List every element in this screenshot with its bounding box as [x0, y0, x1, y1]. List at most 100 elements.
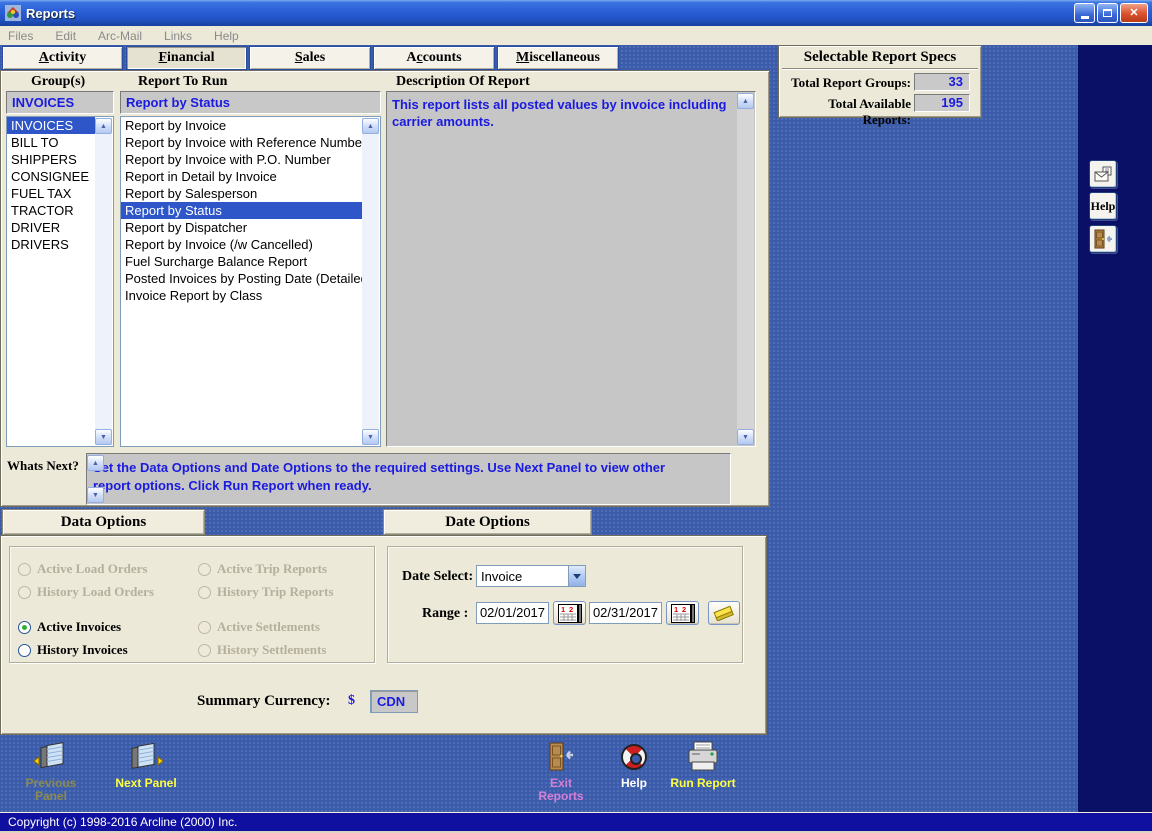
- radio-history-invoices[interactable]: History Invoices: [18, 642, 128, 658]
- radio-icon: [198, 620, 211, 634]
- groups-list: INVOICES BILL TO SHIPPERS CONSIGNEE FUEL…: [6, 116, 114, 447]
- chevron-down-icon[interactable]: [568, 566, 585, 586]
- svg-text:2: 2: [569, 605, 573, 614]
- radio-icon[interactable]: [18, 643, 31, 657]
- total-report-groups-value: 33: [914, 73, 970, 91]
- minimize-button[interactable]: [1074, 3, 1095, 23]
- status-bar: Copyright (c) 1998-2016 Arcline (2000) I…: [0, 812, 1152, 833]
- scroll-down-icon[interactable]: ▼: [95, 429, 112, 445]
- list-item[interactable]: CONSIGNEE: [7, 168, 95, 185]
- tab-miscellaneous[interactable]: Miscellaneous: [497, 46, 619, 70]
- next-panel-button[interactable]: Next Panel: [103, 739, 189, 790]
- date-select-dropdown[interactable]: Invoice: [476, 565, 586, 587]
- radio-icon[interactable]: [18, 620, 31, 634]
- scroll-down-icon[interactable]: ▼: [362, 429, 379, 445]
- scroll-up-icon[interactable]: ▲: [362, 118, 379, 134]
- radio-active-settlements: Active Settlements: [198, 619, 320, 635]
- tab-accounts[interactable]: Accounts: [373, 46, 495, 70]
- calendar-icon: 1 2: [670, 603, 695, 623]
- list-item[interactable]: Report by Invoice: [121, 117, 362, 134]
- list-item[interactable]: Report in Detail by Invoice: [121, 168, 362, 185]
- scroll-up-icon[interactable]: ▲: [737, 93, 754, 109]
- menu-edit[interactable]: Edit: [55, 29, 76, 43]
- title-bar: Reports ✕: [0, 0, 1152, 26]
- options-panel: Active Load Orders History Load Orders A…: [0, 535, 767, 735]
- menu-files[interactable]: Files: [8, 29, 33, 43]
- total-available-reports-label: Total Available Reports:: [828, 96, 911, 127]
- window-title: Reports: [26, 5, 76, 21]
- side-help-button[interactable]: Help: [1089, 192, 1117, 220]
- currency-value-box: CDN: [370, 690, 418, 713]
- next-panel-icon: [131, 742, 164, 769]
- tab-sales[interactable]: Sales: [249, 46, 371, 70]
- list-item[interactable]: Posted Invoices by Posting Date (Detaile…: [121, 270, 372, 287]
- menu-links[interactable]: Links: [164, 29, 192, 43]
- restore-button[interactable]: [1097, 3, 1118, 23]
- scroll-down-icon[interactable]: ▼: [737, 429, 754, 445]
- menu-help[interactable]: Help: [214, 29, 239, 43]
- range-from-field[interactable]: 02/01/2017: [476, 602, 549, 624]
- close-button[interactable]: ✕: [1120, 3, 1148, 23]
- radio-history-settlements: History Settlements: [198, 642, 326, 658]
- description-box: This report lists all posted values by i…: [386, 91, 756, 447]
- list-item[interactable]: Invoice Report by Class: [121, 287, 362, 304]
- list-item[interactable]: DRIVER: [7, 219, 95, 236]
- side-help-label: Help: [1090, 198, 1116, 213]
- scroll-down-icon[interactable]: ▼: [87, 487, 104, 503]
- reports-list: Report by Invoice Report by Invoice with…: [120, 116, 381, 447]
- radio-history-load-orders: History Load Orders: [18, 584, 154, 600]
- side-exit-button[interactable]: [1089, 225, 1117, 253]
- exit-door-icon: [549, 742, 573, 771]
- list-item[interactable]: SHIPPERS: [7, 151, 95, 168]
- run-report-button[interactable]: Run Report: [663, 739, 743, 790]
- list-item[interactable]: Report by Invoice (/w Cancelled): [121, 236, 362, 253]
- list-item[interactable]: INVOICES: [7, 117, 95, 134]
- tab-data-options[interactable]: Data Options: [2, 509, 205, 535]
- radio-icon: [18, 585, 31, 599]
- list-item[interactable]: DRIVERS: [7, 236, 95, 253]
- help-lifering-icon: [621, 744, 647, 770]
- tab-activity[interactable]: Activity: [2, 46, 123, 70]
- whats-next-text: Set the Data Options and Date Options to…: [93, 460, 666, 493]
- description-text: This report lists all posted values by i…: [392, 97, 727, 129]
- tab-date-options[interactable]: Date Options: [383, 509, 592, 535]
- report-to-run-header: Report To Run: [138, 74, 228, 89]
- list-item[interactable]: BILL TO: [7, 134, 95, 151]
- calendar-from-button[interactable]: 1 2: [553, 601, 586, 625]
- date-select-value: Invoice: [481, 568, 523, 584]
- help-button[interactable]: Help: [610, 739, 658, 790]
- scroll-up-icon[interactable]: ▲: [95, 118, 112, 134]
- list-item[interactable]: TRACTOR: [7, 202, 95, 219]
- whats-next-label: Whats Next?: [7, 458, 79, 473]
- menu-arc-mail[interactable]: Arc-Mail: [98, 29, 142, 43]
- list-item[interactable]: Fuel Surcharge Balance Report: [121, 253, 362, 270]
- selectable-report-specs-panel: Selectable Report Specs Total Report Gro…: [778, 45, 982, 127]
- list-item[interactable]: Report by Invoice with P.O. Number: [121, 151, 362, 168]
- list-item[interactable]: Report by Invoice with Reference Number: [121, 134, 366, 151]
- radio-icon: [198, 643, 211, 657]
- exit-door-icon: [1094, 229, 1112, 249]
- radio-icon: [18, 562, 31, 576]
- date-select-label: Date Select:: [402, 569, 474, 584]
- scrollbar[interactable]: ▲ ▼: [362, 118, 379, 445]
- scrollbar[interactable]: ▲ ▼: [95, 118, 112, 445]
- calendar-to-button[interactable]: 1 2: [666, 601, 699, 625]
- list-item[interactable]: Report by Salesperson: [121, 185, 362, 202]
- exit-reports-button[interactable]: Exit Reports: [533, 739, 589, 803]
- menu-bar: Files Edit Arc-Mail Links Help: [0, 26, 1152, 45]
- scroll-up-icon[interactable]: ▲: [87, 455, 104, 471]
- selected-report-field: Report by Status: [120, 91, 381, 114]
- previous-panel-icon: [33, 742, 64, 769]
- radio-active-invoices[interactable]: Active Invoices: [18, 619, 121, 635]
- scrollbar[interactable]: ▲ ▼: [737, 93, 754, 445]
- list-item[interactable]: Report by Status: [121, 202, 362, 219]
- mail-button[interactable]: [1089, 160, 1117, 188]
- previous-panel-button[interactable]: Previous Panel: [16, 739, 86, 803]
- radio-icon: [198, 585, 211, 599]
- tab-financial[interactable]: Financial: [126, 46, 247, 70]
- list-item[interactable]: Report by Dispatcher: [121, 219, 362, 236]
- clear-dates-button[interactable]: [708, 601, 740, 625]
- list-item[interactable]: FUEL TAX: [7, 185, 95, 202]
- divider: [782, 68, 978, 70]
- range-to-field[interactable]: 02/31/2017: [589, 602, 662, 624]
